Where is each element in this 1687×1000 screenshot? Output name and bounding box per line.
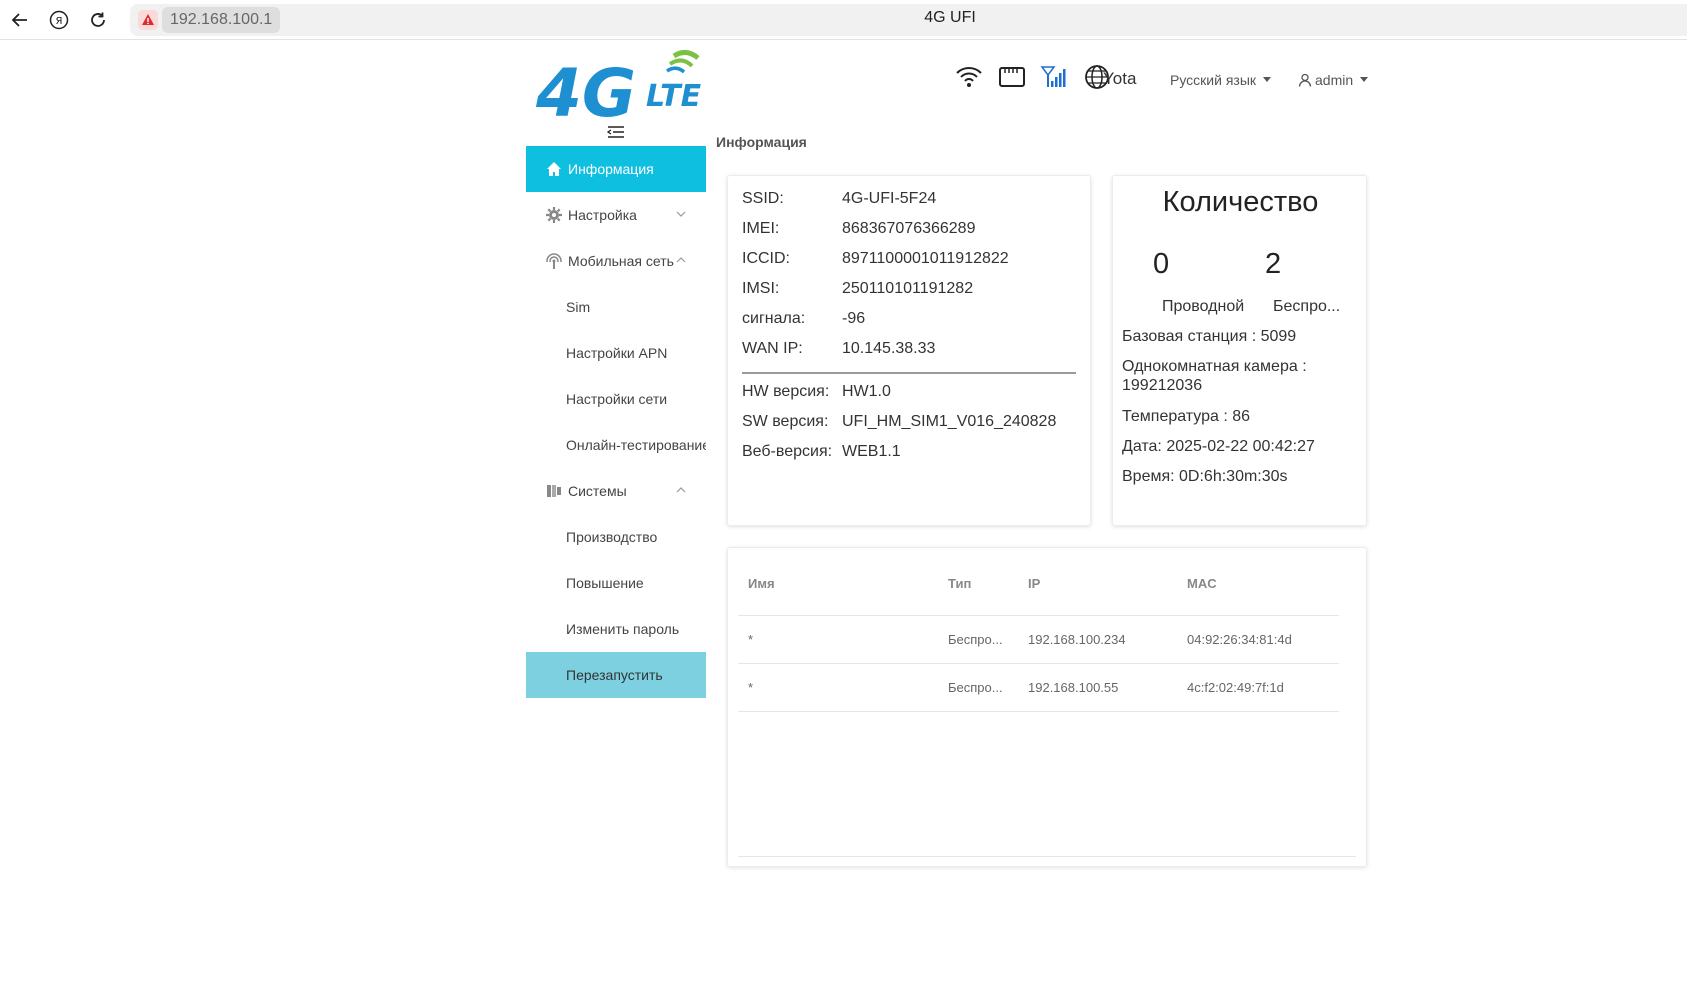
logo: 4G LTE	[535, 44, 742, 132]
sidebar-item-label: Изменить пароль	[566, 621, 680, 637]
column-header[interactable]: MAC	[1187, 576, 1217, 591]
info-value: UFI_HM_SIM1_V016_240828	[842, 413, 1057, 430]
count-title: Количество	[1162, 186, 1319, 218]
cell-mac: 04:92:26:34:81:4d	[1187, 632, 1292, 647]
caret-down-icon	[1360, 77, 1369, 82]
sidebar-item-change-password[interactable]: Изменить пароль	[526, 606, 706, 652]
wireless-label: Беспро...	[1273, 298, 1341, 315]
column-header[interactable]: Тип	[948, 576, 971, 591]
info-key: ICCID:	[742, 250, 790, 267]
sidebar-item-label: Sim	[566, 299, 591, 315]
sidebar-item-apn-settings[interactable]: Настройки APN	[526, 330, 706, 376]
base-station: Базовая станция : 5099	[1122, 328, 1297, 345]
sidebar-item-systems[interactable]: Системы	[526, 468, 706, 514]
info-key: IMEI:	[742, 220, 780, 237]
cell-type: Беспро...	[948, 632, 1003, 647]
divider	[742, 372, 1076, 374]
sidebar-item-sim[interactable]: Sim	[526, 284, 706, 330]
clients-table-card: Имя Тип IP MAC * Беспро... 192.168.100.2…	[727, 547, 1367, 867]
info-value: -96	[842, 310, 866, 327]
row-divider	[738, 615, 1339, 616]
info-value: 868367076366289	[842, 220, 976, 237]
sidebar-item-production[interactable]: Производство	[526, 514, 706, 560]
uptime: Время: 0D:6h:30m:30s	[1122, 468, 1288, 485]
info-key: WAN IP:	[742, 340, 803, 357]
wifi-icon	[955, 64, 983, 90]
info-key: IMSI:	[742, 280, 780, 297]
sidebar-item-restart[interactable]: Перезапустить	[526, 652, 706, 698]
info-value: 10.145.38.33	[842, 340, 936, 357]
sidebar-item-label: Мобильная сеть	[568, 253, 674, 269]
cell-ip: 192.168.100.234	[1028, 632, 1126, 647]
row-divider	[738, 663, 1339, 664]
chevron-up-icon	[676, 257, 686, 263]
sidebar-item-label: Настройка	[568, 207, 637, 223]
cell-mac: 4c:f2:02:49:7f:1d	[1187, 680, 1284, 695]
wired-count: 0	[1153, 248, 1170, 280]
sidebar-item-label: Информация	[568, 161, 654, 177]
operator-name: Yota	[1103, 69, 1137, 88]
chevron-up-icon	[676, 487, 686, 493]
systems-icon	[546, 483, 562, 499]
info-key: сигнала:	[742, 310, 806, 327]
user-dropdown[interactable]: admin	[1298, 72, 1369, 88]
info-value: 4G-UFI-5F24	[842, 190, 937, 207]
home-icon	[546, 161, 562, 177]
sidebar-item-label: Онлайн-тестирование	[566, 437, 706, 453]
sidebar-item-label: Производство	[566, 529, 658, 545]
sidebar-item-online-testing[interactable]: Онлайн-тестирование	[526, 422, 706, 468]
column-header[interactable]: Имя	[748, 576, 775, 591]
column-header[interactable]: IP	[1028, 576, 1040, 591]
sidebar-item-upgrade[interactable]: Повышение	[526, 560, 706, 606]
row-divider	[738, 711, 1339, 712]
cell-id: Однокомнатная камера : 199212036	[1122, 358, 1307, 394]
table-footer-line	[738, 856, 1356, 857]
cell-type: Беспро...	[948, 680, 1003, 695]
info-value: HW1.0	[842, 383, 891, 400]
antenna-icon	[546, 253, 562, 269]
sidebar-item-label: Настройки APN	[566, 345, 668, 361]
chevron-down-icon	[676, 211, 686, 217]
tab-title: 4G UFI	[924, 9, 976, 26]
sidebar-item-network-settings[interactable]: Настройки сети	[526, 376, 706, 422]
wireless-count: 2	[1265, 248, 1282, 280]
sidebar-item-settings[interactable]: Настройка	[526, 192, 706, 238]
sidebar-item-label: Перезапустить	[566, 667, 663, 683]
temperature: Температура : 86	[1122, 408, 1251, 425]
browser-toolbar: Я 192.168.100.1 4G UFI	[0, 0, 1687, 40]
count-card: Количество 0 2 Проводной Беспро... Базов…	[1112, 175, 1367, 526]
sidebar-item-label: Системы	[568, 483, 627, 499]
info-key: Веб-версия:	[742, 443, 833, 460]
signal-icon	[1040, 64, 1068, 90]
info-value: 250110101191282	[842, 280, 974, 297]
sim-card-icon	[998, 64, 1026, 90]
sidebar-item-mobile-network[interactable]: Мобильная сеть	[526, 238, 706, 284]
language-label: Русский язык	[1170, 72, 1257, 88]
page-title: Информация	[716, 134, 807, 150]
user-label: admin	[1315, 72, 1354, 88]
menu-collapse-icon[interactable]	[606, 124, 625, 140]
sidebar: Информация Настройка Мобильная сеть Sim …	[526, 146, 706, 698]
svg-text:LTE: LTE	[646, 79, 702, 114]
caret-down-icon	[1263, 77, 1272, 82]
date: Дата: 2025-02-22 00:42:27	[1122, 438, 1315, 455]
cell-name: *	[748, 632, 754, 647]
user-icon	[1298, 73, 1312, 87]
info-value: 8971100001011912822	[842, 250, 1009, 267]
info-key: SW версия:	[742, 413, 829, 430]
device-info-card: SSID: 4G-UFI-5F24 IMEI: 868367076366289 IC…	[727, 175, 1091, 526]
cell-ip: 192.168.100.55	[1028, 680, 1119, 695]
gear-icon	[546, 207, 562, 223]
sidebar-item-info[interactable]: Информация	[526, 146, 706, 192]
cell-name: *	[748, 680, 754, 695]
sidebar-item-label: Повышение	[566, 575, 644, 591]
svg-text:4G: 4G	[536, 55, 636, 124]
sidebar-item-label: Настройки сети	[566, 391, 668, 407]
info-key: SSID:	[742, 190, 784, 207]
info-key: HW версия:	[742, 383, 830, 400]
info-value: WEB1.1	[842, 443, 901, 460]
language-dropdown[interactable]: Русский язык	[1170, 72, 1272, 88]
wired-label: Проводной	[1162, 298, 1245, 315]
